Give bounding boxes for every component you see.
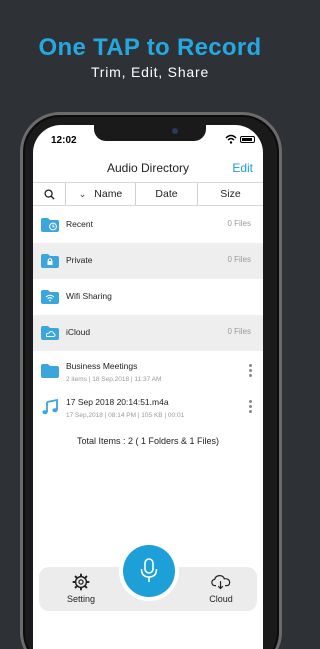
list-item-private[interactable]: Private 0 Files	[33, 243, 263, 279]
list-item-count: 0 Files	[227, 255, 251, 264]
lock-folder-icon	[41, 254, 59, 268]
microphone-icon	[140, 558, 158, 582]
sort-size-label: Size	[220, 188, 241, 200]
cloud-folder-icon	[41, 326, 59, 340]
list-item-label: Business Meetings	[66, 361, 138, 371]
sort-bar: ⌄ Name Date Size	[33, 182, 263, 206]
list-item-label: Private	[66, 255, 93, 265]
phone-notch	[94, 125, 206, 141]
tab-setting-label: Setting	[66, 594, 96, 604]
sort-name-label: Name	[94, 188, 123, 200]
total-items-summary: Total Items : 2 ( 1 Folders & 1 Files)	[76, 436, 220, 446]
page-title: Audio Directory	[106, 161, 190, 175]
list-item-label: iCloud	[66, 327, 91, 337]
tab-cloud-label: Cloud	[209, 594, 233, 604]
list-item-wifi-sharing[interactable]: Wifi Sharing	[33, 279, 263, 315]
cloud-download-icon	[211, 575, 231, 590]
sort-date-label: Date	[155, 188, 178, 200]
list-item-details: 2 items | 18 Sep,2018 | 11:37 AM	[66, 376, 162, 383]
sort-size-button[interactable]: Size	[198, 183, 263, 205]
list-item-count: 0 Files	[227, 327, 251, 336]
clock-folder-icon	[41, 218, 59, 232]
tab-cloud[interactable]: Cloud	[191, 573, 251, 604]
list-item-count: 0 Files	[227, 219, 251, 228]
status-time: 12:02	[51, 135, 77, 146]
chevron-down-icon: ⌄	[78, 188, 87, 199]
promo-title: One TAP to Record	[38, 34, 262, 61]
folder-icon	[41, 364, 59, 378]
camera-icon	[172, 128, 178, 134]
list-item-label: 17 Sep 2018 20:14:51.m4a	[66, 397, 169, 407]
tab-setting[interactable]: Setting	[51, 573, 111, 604]
app-screen: 12:02 Audio Directory Edit ⌄ Name Date S…	[33, 125, 263, 649]
list-item-label: Recent	[66, 219, 93, 229]
promo-subtitle: Trim, Edit, Share	[90, 64, 210, 80]
sort-date-button[interactable]: Date	[136, 183, 198, 205]
more-options-button[interactable]	[249, 400, 253, 414]
wifi-status-icon	[225, 134, 237, 144]
music-note-icon	[42, 399, 58, 415]
gear-icon	[72, 573, 90, 591]
search-button[interactable]	[33, 183, 66, 205]
battery-icon	[240, 136, 255, 143]
list-item-details: 17 Sep,2018 | 08:14 PM | 105 KB | 00:01	[66, 412, 185, 419]
list-item-label: Wifi Sharing	[66, 291, 112, 301]
sort-name-button[interactable]: ⌄ Name	[66, 183, 136, 205]
search-icon	[43, 188, 55, 200]
wifi-folder-icon	[41, 290, 59, 304]
list-item-recent[interactable]: Recent 0 Files	[33, 207, 263, 243]
list-item-icloud[interactable]: iCloud 0 Files	[33, 315, 263, 351]
more-options-button[interactable]	[249, 364, 253, 378]
list-item-audio-file[interactable]: 17 Sep 2018 20:14:51.m4a 17 Sep,2018 | 0…	[33, 389, 263, 425]
edit-button[interactable]: Edit	[232, 161, 253, 175]
list-item-folder[interactable]: Business Meetings 2 items | 18 Sep,2018 …	[33, 353, 263, 389]
record-button[interactable]	[123, 545, 175, 597]
